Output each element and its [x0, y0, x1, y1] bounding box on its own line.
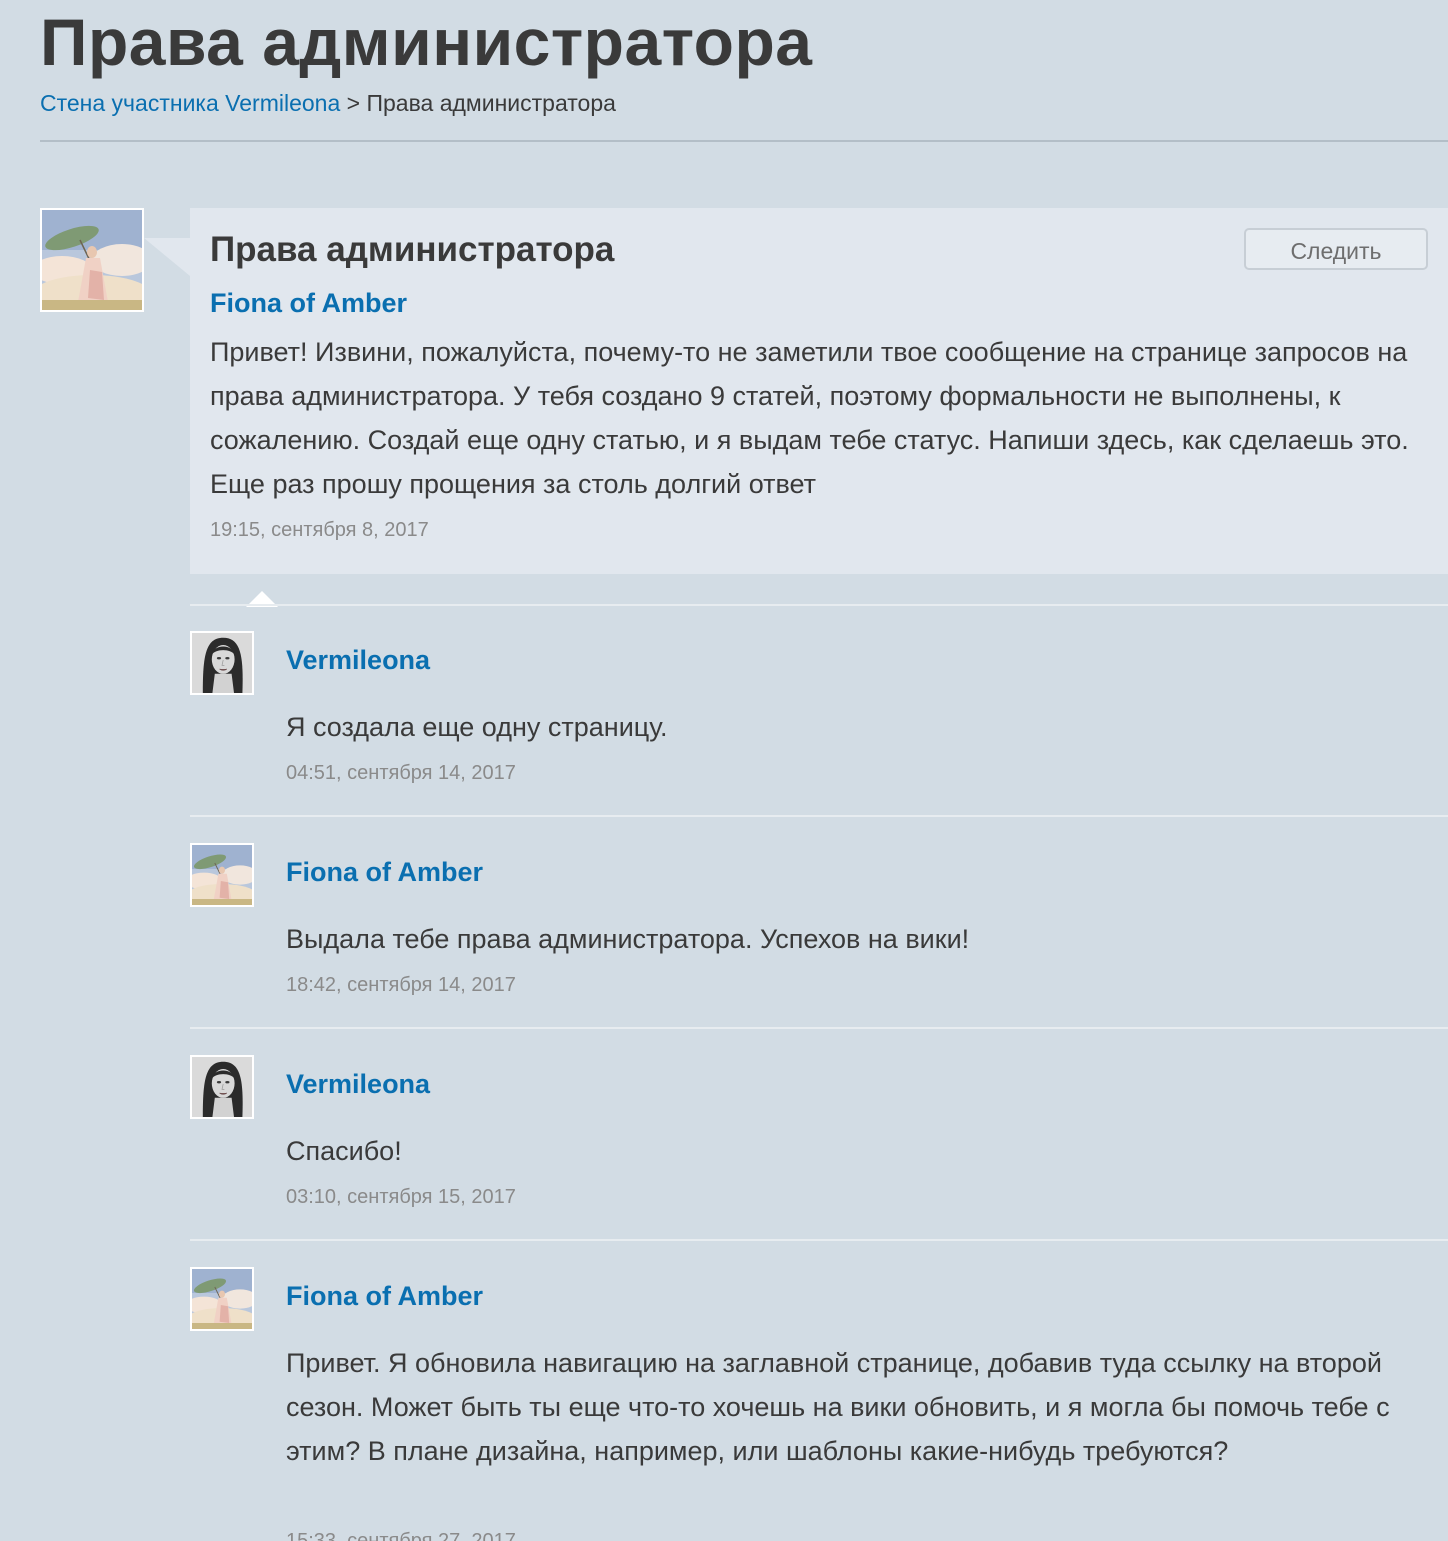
thread-title: Права администратора: [210, 230, 615, 269]
avatar-painting-image: [42, 210, 142, 310]
reply-body: Я создала еще одну страницу.: [286, 712, 668, 742]
reply-author[interactable]: Fiona of Amber: [286, 1279, 483, 1313]
main-post-avatar[interactable]: [40, 208, 144, 312]
avatar-painting-image: [192, 1269, 252, 1329]
reply-body: Спасибо!: [286, 1136, 402, 1166]
reply-body: Выдала тебе права администратора. Успехо…: [286, 924, 970, 954]
reply-timestamp[interactable]: 15:33, сентября 27, 2017: [286, 1527, 516, 1541]
reply-avatar[interactable]: [190, 631, 254, 695]
avatar-portrait-image: [192, 633, 252, 693]
reply-item: Vermileona Я создала еще одну страницу. …: [190, 605, 1448, 817]
reply-avatar[interactable]: [190, 1055, 254, 1119]
speech-arrow: [144, 238, 190, 276]
header-divider: [40, 140, 1448, 142]
main-post-body: Привет! Извини, пожалуйста, почему-то не…: [210, 337, 1409, 499]
page: Права администратора Стена участника Ver…: [0, 0, 1448, 1541]
avatar-painting-image: [192, 845, 252, 905]
reply-item: Vermileona Спасибо! 03:10, сентября 15, …: [190, 1029, 1448, 1241]
page-title: Права администратора: [40, 5, 813, 79]
reply-author[interactable]: Fiona of Amber: [286, 855, 483, 889]
reply-body: Привет. Я обновила навигацию на заглавно…: [286, 1348, 1390, 1466]
reply-author[interactable]: Vermileona: [286, 1067, 430, 1101]
reply-item: Fiona of Amber Привет. Я обновила навига…: [190, 1241, 1448, 1541]
main-post: Права администратора Следить Fiona of Am…: [190, 208, 1448, 574]
breadcrumb-current: Права администратора: [366, 90, 616, 116]
reply-avatar[interactable]: [190, 1267, 254, 1331]
reply-item: Fiona of Amber Выдала тебе права админис…: [190, 817, 1448, 1029]
breadcrumb: Стена участника Vermileona > Права админ…: [40, 88, 616, 118]
avatar-portrait-image: [192, 1057, 252, 1117]
breadcrumb-separator: >: [346, 90, 361, 116]
reply-avatar[interactable]: [190, 843, 254, 907]
reply-timestamp[interactable]: 03:10, сентября 15, 2017: [286, 1183, 516, 1211]
reply-timestamp[interactable]: 18:42, сентября 14, 2017: [286, 971, 516, 999]
reply-author[interactable]: Vermileona: [286, 643, 430, 677]
main-post-timestamp[interactable]: 19:15, сентября 8, 2017: [210, 516, 429, 544]
follow-button[interactable]: Следить: [1244, 228, 1428, 270]
breadcrumb-wall-link[interactable]: Стена участника Vermileona: [40, 90, 340, 116]
main-post-author[interactable]: Fiona of Amber: [210, 286, 407, 320]
reply-timestamp[interactable]: 04:51, сентября 14, 2017: [286, 759, 516, 787]
